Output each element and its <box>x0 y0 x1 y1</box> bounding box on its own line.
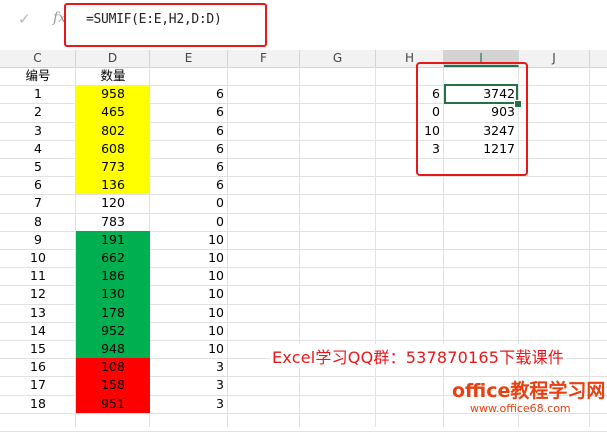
cell-d6[interactable]: 773 <box>76 158 150 176</box>
cell-c9[interactable]: 8 <box>0 213 76 231</box>
cell-c8[interactable]: 7 <box>0 194 76 212</box>
result-annotation-box <box>416 62 528 176</box>
column-header-g[interactable]: G <box>300 50 376 67</box>
column-header-f[interactable]: F <box>228 50 300 67</box>
cell-e16[interactable]: 10 <box>150 340 228 358</box>
cell-e4[interactable]: 6 <box>150 122 228 140</box>
cell-d15[interactable]: 952 <box>76 322 150 340</box>
column-header-e[interactable]: E <box>150 50 228 67</box>
cell-d14[interactable]: 178 <box>76 304 150 322</box>
cell-e6[interactable]: 6 <box>150 158 228 176</box>
fill-handle[interactable] <box>514 100 522 108</box>
cell-d7[interactable]: 136 <box>76 176 150 194</box>
cell-d4[interactable]: 802 <box>76 122 150 140</box>
cell-e2[interactable]: 6 <box>150 85 228 103</box>
cell-e13[interactable]: 10 <box>150 285 228 303</box>
cell-c18[interactable]: 17 <box>0 376 76 394</box>
cell-e7[interactable]: 6 <box>150 176 228 194</box>
cell-c19[interactable]: 18 <box>0 395 76 413</box>
column-header-c[interactable]: C <box>0 50 76 67</box>
cell-d9[interactable]: 783 <box>76 213 150 231</box>
cell-e11[interactable]: 10 <box>150 249 228 267</box>
cell-c6[interactable]: 5 <box>0 158 76 176</box>
cell-c16[interactable]: 15 <box>0 340 76 358</box>
column-header-d[interactable]: D <box>76 50 150 67</box>
cell-d12[interactable]: 186 <box>76 267 150 285</box>
cell-d18[interactable]: 158 <box>76 376 150 395</box>
grid-line <box>375 67 376 427</box>
grid-line <box>299 67 300 427</box>
cell-d8[interactable]: 120 <box>76 194 150 212</box>
cell-c4[interactable]: 3 <box>0 122 76 140</box>
cell-e9[interactable]: 0 <box>150 213 228 231</box>
formula-bar: ✓ fx =SUMIF(E:E,H2,D:D) <box>0 0 607 47</box>
watermark-qq-group: Excel学习QQ群：537870165下载课件 <box>270 344 566 368</box>
cell-c3[interactable]: 2 <box>0 103 76 121</box>
cell-d2[interactable]: 958 <box>76 85 150 103</box>
cell-c11[interactable]: 10 <box>0 249 76 267</box>
check-icon[interactable]: ✓ <box>18 10 31 28</box>
cell-d3[interactable]: 465 <box>76 103 150 122</box>
cell-c5[interactable]: 4 <box>0 140 76 158</box>
cell-c10[interactable]: 9 <box>0 231 76 249</box>
cell-e17[interactable]: 3 <box>150 358 228 376</box>
column-header-j[interactable]: J <box>519 50 590 67</box>
cell-e8[interactable]: 0 <box>150 194 228 212</box>
cell-d16[interactable]: 948 <box>76 340 150 358</box>
cell-e15[interactable]: 10 <box>150 322 228 340</box>
active-cell-outline <box>444 84 518 104</box>
cell-e12[interactable]: 10 <box>150 267 228 285</box>
cell-c14[interactable]: 13 <box>0 304 76 322</box>
cell-d19[interactable]: 951 <box>76 395 150 413</box>
grid-line <box>589 67 590 427</box>
watermark-site-name: office教程学习网 <box>452 380 606 402</box>
cell-d17[interactable]: 108 <box>76 358 150 376</box>
cell-c7[interactable]: 6 <box>0 176 76 194</box>
cell-e19[interactable]: 3 <box>150 395 228 413</box>
cell-d5[interactable]: 608 <box>76 140 150 158</box>
cell-c17[interactable]: 16 <box>0 358 76 376</box>
cell-e10[interactable]: 10 <box>150 231 228 249</box>
cell-d10[interactable]: 191 <box>76 231 150 249</box>
cell-e5[interactable]: 6 <box>150 140 228 158</box>
cell-c1-header[interactable]: 编号 <box>0 67 76 85</box>
cell-c2[interactable]: 1 <box>0 85 76 103</box>
cell-c12[interactable]: 11 <box>0 267 76 285</box>
cell-c13[interactable]: 12 <box>0 285 76 303</box>
cell-d11[interactable]: 662 <box>76 249 150 267</box>
cell-e3[interactable]: 6 <box>150 103 228 121</box>
watermark-site-url: www.office68.com <box>470 402 571 415</box>
cell-e18[interactable]: 3 <box>150 376 228 394</box>
cell-d13[interactable]: 130 <box>76 285 150 304</box>
formula-annotation-box <box>64 3 267 47</box>
cell-d1-header[interactable]: 数量 <box>76 67 150 85</box>
cell-e14[interactable]: 10 <box>150 304 228 322</box>
cell-c15[interactable]: 14 <box>0 322 76 340</box>
